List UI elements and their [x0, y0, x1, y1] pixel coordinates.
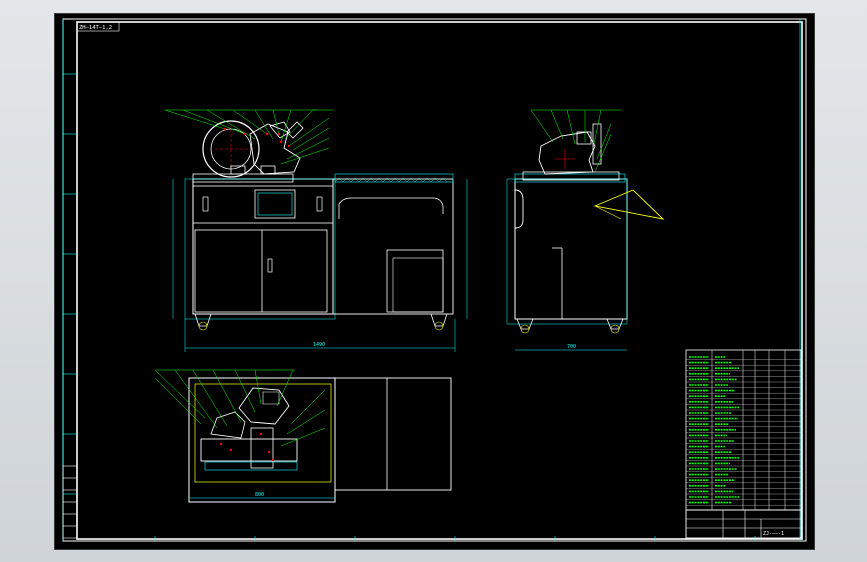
title-block-code: ZJ‐——‐1	[763, 531, 784, 537]
front-elevation: 1490	[164, 109, 468, 352]
cad-drawing: ZH—14T—1,2 1490 700 800 ZJ‐——‐1	[62, 18, 807, 542]
app-frame: ZH—14T—1,2 1490 700 800 ZJ‐——‐1	[0, 0, 867, 562]
svg-text:700: 700	[567, 344, 576, 350]
corner-label: ZH—14T—1,2	[79, 25, 112, 31]
drawing-canvas[interactable]: ZH—14T—1,2 1490 700 800 ZJ‐——‐1	[54, 13, 815, 550]
revision-table	[62, 465, 78, 539]
parts-list	[685, 349, 802, 511]
svg-text:1490: 1490	[313, 342, 325, 348]
svg-text:800: 800	[255, 492, 264, 498]
title-block: ZJ‐——‐1	[685, 509, 802, 539]
plan-view: 800	[154, 369, 452, 503]
side-elevation: 700	[506, 109, 665, 351]
sheet-border	[62, 18, 807, 542]
corner-label-box: ZH—14T—1,2	[76, 21, 120, 32]
zone-marks-left	[63, 73, 77, 495]
